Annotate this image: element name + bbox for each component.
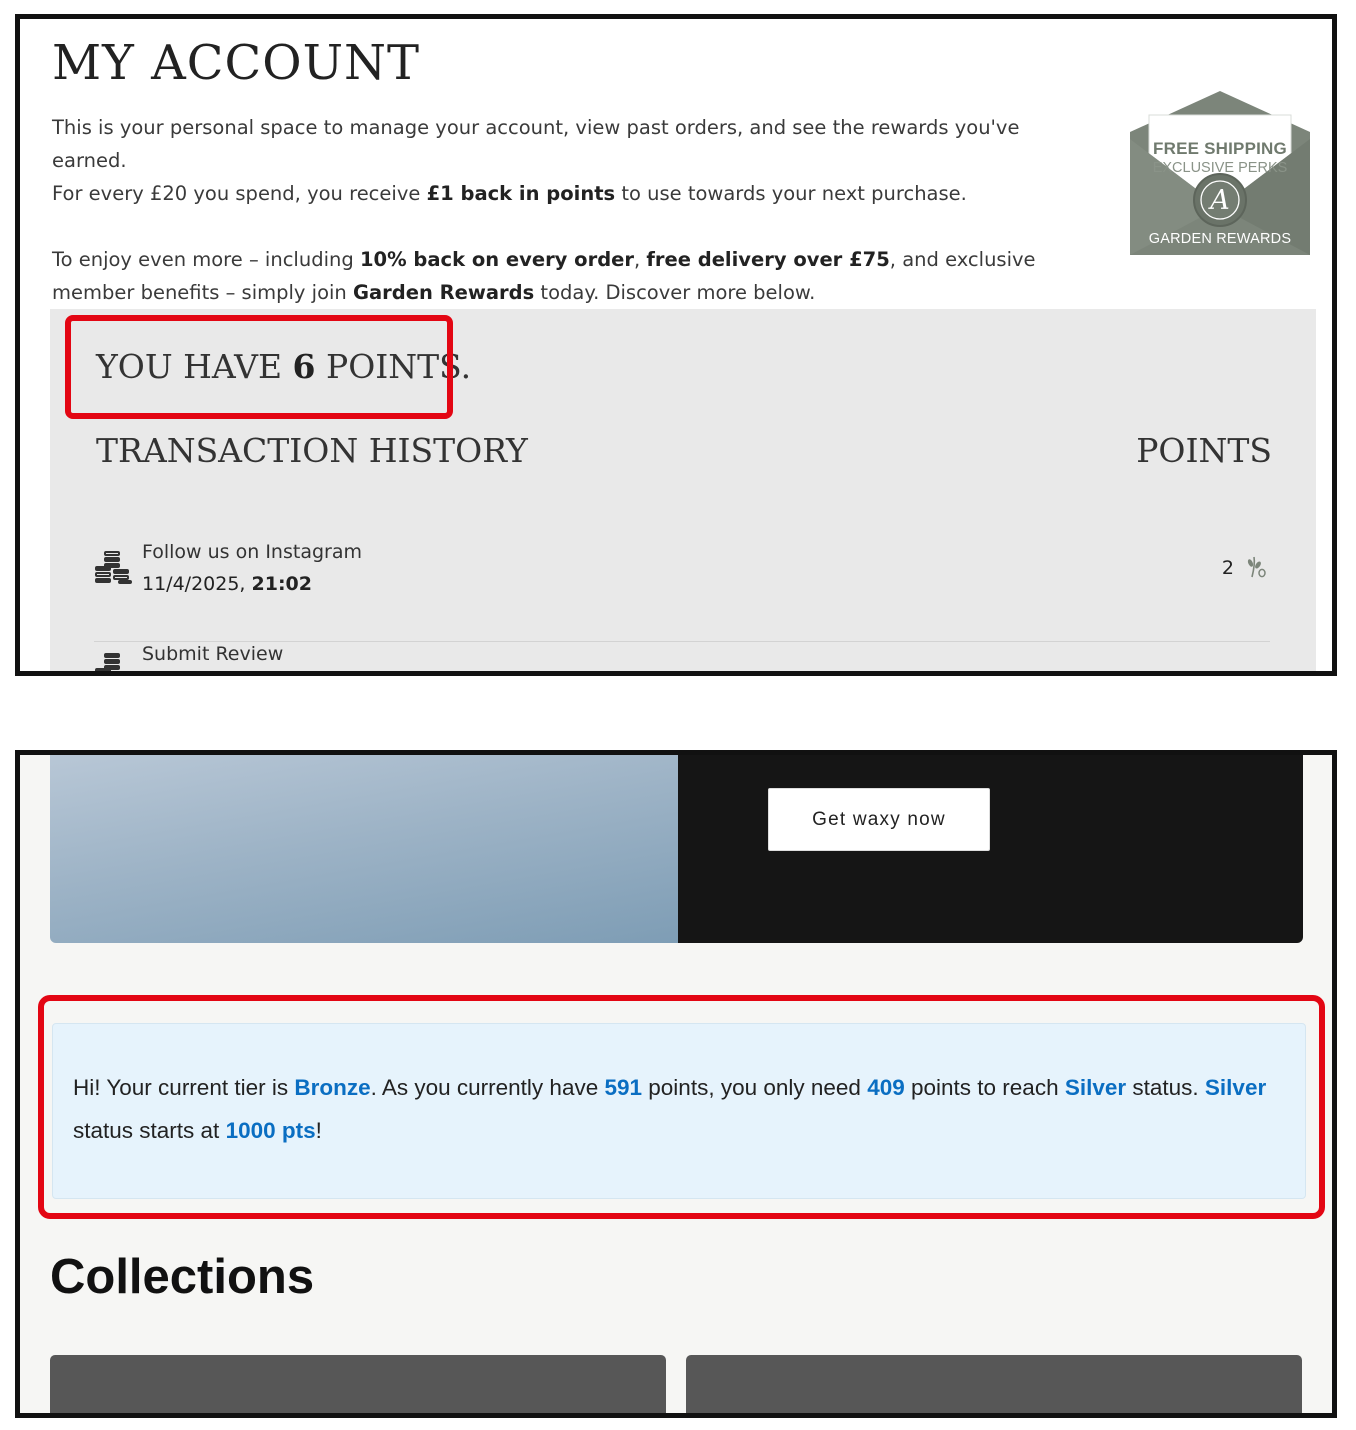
transaction-name: Submit Review xyxy=(142,643,284,665)
coins-icon xyxy=(95,551,132,584)
badge-line-2: EXCLUSIVE PERKS xyxy=(1152,160,1288,176)
free-delivery-bold: free delivery over £75 xyxy=(646,248,890,271)
transaction-name: Follow us on Instagram xyxy=(142,541,362,563)
leaf-icon xyxy=(1246,675,1270,676)
promo-image xyxy=(50,755,678,943)
transaction-row: Follow us on Instagram 11/4/2025, 21:02 … xyxy=(94,541,1270,642)
collection-card[interactable] xyxy=(50,1355,666,1413)
badge-footer: GARDEN REWARDS xyxy=(1148,231,1292,247)
cashback-bold: 10% back on every order xyxy=(359,248,634,271)
account-intro: This is your personal space to manage yo… xyxy=(52,111,1092,342)
para2-separator: , xyxy=(634,248,647,271)
transaction-history-heading: TRANSACTION HISTORY xyxy=(96,431,528,470)
intro-paragraph-1: This is your personal space to manage yo… xyxy=(52,111,1092,210)
coins-icon xyxy=(95,653,120,671)
tier-highlight-box xyxy=(38,995,1325,1219)
points-rate-bold: £1 back in points xyxy=(426,182,616,205)
intro-line-1: This is your personal space to manage yo… xyxy=(52,116,1020,172)
page-title: MY ACCOUNT xyxy=(52,35,421,91)
intro-line-2-post: to use towards your next purchase. xyxy=(615,182,967,205)
transaction-points: 2 xyxy=(1221,557,1234,579)
transaction-date: 11/4/2025, 21:02 xyxy=(142,573,312,595)
intro-line-2-pre: For every £20 you spend, you receive xyxy=(52,182,427,205)
para2-text: today. Discover more below. xyxy=(534,281,816,304)
transaction-time: 21:02 xyxy=(251,573,312,595)
points-column-heading: POINTS xyxy=(1136,431,1272,470)
get-waxy-now-button[interactable]: Get waxy now xyxy=(768,788,990,851)
promo-banner: Get waxy now xyxy=(50,755,1303,943)
garden-rewards-bold: Garden Rewards xyxy=(352,281,535,304)
collection-card[interactable] xyxy=(686,1355,1302,1413)
garden-rewards-badge: FREE SHIPPING EXCLUSIVE PERKS A GARDEN R… xyxy=(1125,87,1315,259)
transaction-date-value: 11/4/2025, xyxy=(142,573,252,595)
badge-monogram: A xyxy=(1210,185,1230,216)
badge-line-1: FREE SHIPPING xyxy=(1153,139,1287,158)
transaction-row: Submit Review 2 xyxy=(94,643,1270,676)
points-highlight-box xyxy=(65,315,453,419)
intro-paragraph-2: To enjoy even more – including 10% back … xyxy=(52,243,1092,309)
rewards-panel: Get waxy now Hi! Your current tier is Br… xyxy=(15,750,1337,1418)
collections-heading: Collections xyxy=(50,1250,315,1304)
my-account-panel: MY ACCOUNT This is your personal space t… xyxy=(15,14,1337,676)
leaf-icon xyxy=(1247,556,1266,578)
para2-text: To enjoy even more – including xyxy=(52,248,360,271)
